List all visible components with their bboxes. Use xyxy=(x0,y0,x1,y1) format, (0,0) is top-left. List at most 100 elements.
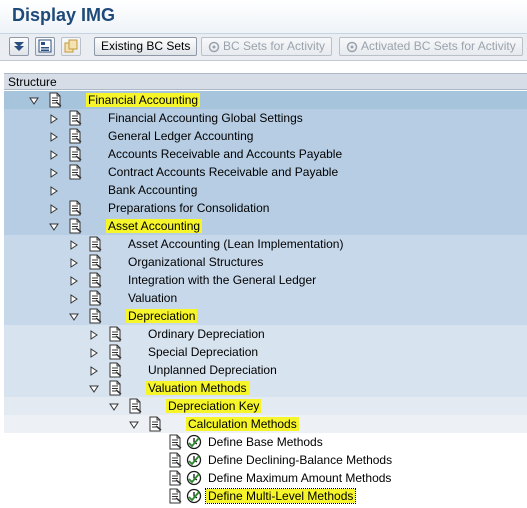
tree-node-label[interactable]: Financial Accounting xyxy=(86,93,201,107)
documentation-icon[interactable] xyxy=(147,416,163,432)
tree-node-label[interactable]: Define Base Methods xyxy=(208,435,323,449)
documentation-icon[interactable] xyxy=(87,236,103,252)
documentation-icon[interactable] xyxy=(67,218,83,234)
collapse-node-icon[interactable] xyxy=(89,383,99,393)
documentation-icon[interactable] xyxy=(67,146,83,162)
expand-node-icon[interactable] xyxy=(49,185,59,196)
tree-node-label[interactable]: Define Declining-Balance Methods xyxy=(208,453,392,467)
tree-row[interactable]: Organizational Structures xyxy=(4,253,527,271)
tree-row[interactable]: Financial Accounting xyxy=(4,91,527,109)
documentation-icon[interactable] xyxy=(107,344,123,360)
documentation-icon[interactable] xyxy=(167,452,183,468)
tree-row[interactable]: Preparations for Consolidation xyxy=(4,199,527,217)
bc-sets-for-activity-button[interactable]: BC Sets for Activity xyxy=(201,37,333,56)
tree-node-label[interactable]: Bank Accounting xyxy=(108,183,197,197)
expand-node-icon[interactable] xyxy=(89,365,99,376)
tree-node-label[interactable]: Accounts Receivable and Accounts Payable xyxy=(108,147,342,161)
existing-bc-sets-button[interactable]: Existing BC Sets xyxy=(94,37,198,56)
tree-node-label[interactable]: Preparations for Consolidation xyxy=(108,201,269,215)
documentation-icon[interactable] xyxy=(67,110,83,126)
expand-node-icon[interactable] xyxy=(89,347,99,358)
tree-node-label[interactable]: Asset Accounting (Lean Implementation) xyxy=(128,237,343,251)
tree-row[interactable]: Contract Accounts Receivable and Payable xyxy=(4,163,527,181)
tree-row[interactable]: Ordinary Depreciation xyxy=(4,325,527,343)
tree-row[interactable]: Define Maximum Amount Methods xyxy=(4,469,527,487)
execute-activity-icon[interactable] xyxy=(186,452,202,468)
documentation-icon[interactable] xyxy=(67,200,83,216)
documentation-icon[interactable] xyxy=(107,362,123,378)
tree-node-label[interactable]: Ordinary Depreciation xyxy=(148,327,265,341)
documentation-icon[interactable] xyxy=(87,308,103,324)
tree-row[interactable]: General Ledger Accounting xyxy=(4,127,527,145)
existing-bc-sets-label: Existing BC Sets xyxy=(101,39,191,53)
expand-node-icon[interactable] xyxy=(69,275,79,286)
tree-row[interactable]: Special Depreciation xyxy=(4,343,527,361)
tree-node-label[interactable]: Organizational Structures xyxy=(128,255,263,269)
documentation-icon[interactable] xyxy=(127,398,143,414)
tree-row[interactable]: Financial Accounting Global Settings xyxy=(4,109,527,127)
tree-row[interactable]: Asset Accounting (Lean Implementation) xyxy=(4,235,527,253)
tree-row[interactable]: Accounts Receivable and Accounts Payable xyxy=(4,145,527,163)
tree-row[interactable]: Define Declining-Balance Methods xyxy=(4,451,527,469)
expand-node-icon[interactable] xyxy=(69,257,79,268)
documentation-icon[interactable] xyxy=(107,326,123,342)
documentation-icon[interactable] xyxy=(47,92,63,108)
tree-node-label[interactable]: Define Maximum Amount Methods xyxy=(208,471,391,485)
documentation-icon[interactable] xyxy=(87,272,103,288)
execute-activity-icon[interactable] xyxy=(186,434,202,450)
expand-node-icon[interactable] xyxy=(49,149,59,160)
tree-row[interactable]: Calculation Methods xyxy=(4,415,527,433)
documentation-icon[interactable] xyxy=(87,254,103,270)
tree-node-label[interactable]: Special Depreciation xyxy=(148,345,258,359)
documentation-icon[interactable] xyxy=(67,164,83,180)
expand-subtree-button[interactable] xyxy=(9,37,29,56)
tree-row[interactable]: Asset Accounting xyxy=(4,217,527,235)
documentation-icon[interactable] xyxy=(87,290,103,306)
activated-bc-sets-button[interactable]: Activated BC Sets for Activity xyxy=(339,37,523,56)
tree-row[interactable]: Unplanned Depreciation xyxy=(4,361,527,379)
where-used-button[interactable] xyxy=(35,37,55,56)
tree-node-label[interactable]: Calculation Methods xyxy=(186,417,299,431)
expand-node-icon[interactable] xyxy=(49,131,59,142)
expand-node-icon[interactable] xyxy=(69,293,79,304)
application-toolbar: Existing BC Sets BC Sets for Activity Ac… xyxy=(0,34,527,61)
expand-node-icon[interactable] xyxy=(49,113,59,124)
tree-node-label[interactable]: Valuation Methods xyxy=(146,381,249,395)
execute-activity-icon[interactable] xyxy=(186,470,202,486)
tree-node-label[interactable]: Unplanned Depreciation xyxy=(148,363,277,377)
documentation-icon[interactable] xyxy=(67,128,83,144)
tree-node-label[interactable]: General Ledger Accounting xyxy=(108,129,253,143)
tree-node-label[interactable]: Define Multi-Level Methods xyxy=(204,488,357,504)
tree-row[interactable]: Define Multi-Level Methods xyxy=(4,487,527,505)
tree-row[interactable]: Depreciation Key xyxy=(4,397,527,415)
documentation-icon[interactable] xyxy=(167,434,183,450)
find-button[interactable] xyxy=(61,37,81,56)
tree-row[interactable]: Integration with the General Ledger xyxy=(4,271,527,289)
tree-row[interactable]: Valuation Methods xyxy=(4,379,527,397)
tree-node-label[interactable]: Asset Accounting xyxy=(106,219,203,233)
documentation-icon[interactable] xyxy=(167,470,183,486)
expand-node-icon[interactable] xyxy=(69,239,79,250)
tree-node-label[interactable]: Depreciation xyxy=(126,309,198,323)
tree-node-label[interactable]: Valuation xyxy=(128,291,177,305)
documentation-icon[interactable] xyxy=(107,380,123,396)
tree-row[interactable]: Bank Accounting xyxy=(4,181,527,199)
execute-activity-icon[interactable] xyxy=(186,488,202,504)
collapse-node-icon[interactable] xyxy=(49,221,59,231)
bc-sets-for-activity-label: BC Sets for Activity xyxy=(223,39,326,53)
tree-row[interactable]: Depreciation xyxy=(4,307,527,325)
tree-row[interactable]: Valuation xyxy=(4,289,527,307)
collapse-node-icon[interactable] xyxy=(69,311,79,321)
expand-node-icon[interactable] xyxy=(49,167,59,178)
collapse-node-icon[interactable] xyxy=(109,401,119,411)
tree-node-label[interactable]: Depreciation Key xyxy=(166,399,262,413)
expand-node-icon[interactable] xyxy=(89,329,99,340)
collapse-node-icon[interactable] xyxy=(129,419,139,429)
collapse-node-icon[interactable] xyxy=(29,95,39,105)
expand-node-icon[interactable] xyxy=(49,203,59,214)
documentation-icon[interactable] xyxy=(167,488,183,504)
tree-node-label[interactable]: Financial Accounting Global Settings xyxy=(108,111,303,125)
tree-row[interactable]: Define Base Methods xyxy=(4,433,527,451)
tree-node-label[interactable]: Contract Accounts Receivable and Payable xyxy=(108,165,338,179)
tree-node-label[interactable]: Integration with the General Ledger xyxy=(128,273,316,287)
